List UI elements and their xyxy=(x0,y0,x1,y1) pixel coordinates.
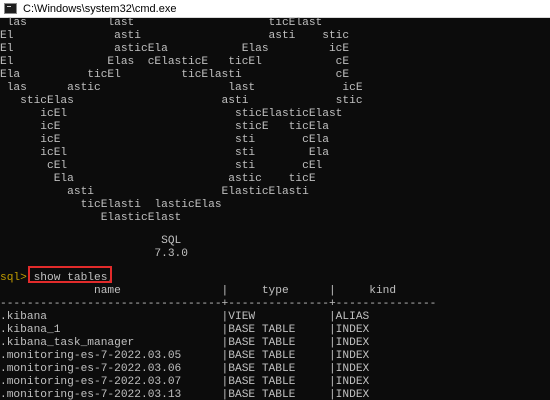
cmd-icon xyxy=(4,3,17,14)
banner-line: sticElas asti stic xyxy=(0,95,363,107)
banner-line: icE sti cEla xyxy=(0,134,329,146)
sql-prompt: sql> xyxy=(0,272,27,284)
table-header: name | type | kind xyxy=(0,285,397,297)
banner-line: icE sticE ticEla xyxy=(0,121,329,133)
table-separator: ---------------------------------+------… xyxy=(0,298,437,310)
banner-line: cEl sti cEl xyxy=(0,160,323,172)
table-row: .monitoring-es-7-2022.03.13 |BASE TABLE … xyxy=(0,389,370,400)
banner-line: icEl sticElasticElast xyxy=(0,108,343,120)
banner-line: las astic last icE xyxy=(0,82,363,94)
banner-line: asti ElasticElasti xyxy=(0,186,309,198)
banner-line: ticElasti lasticElas xyxy=(0,199,222,211)
console-output[interactable]: las last ticElast El asti asti stic El a… xyxy=(0,17,550,400)
banner-line: El asticEla Elas icE xyxy=(0,43,350,55)
banner-line: ElasticElast xyxy=(0,212,182,224)
table-row: .monitoring-es-7-2022.03.07 |BASE TABLE … xyxy=(0,376,370,388)
window-title: C:\Windows\system32\cmd.exe xyxy=(23,2,177,15)
banner-line: El asti asti stic xyxy=(0,30,350,42)
table-row: .kibana_1 |BASE TABLE |INDEX xyxy=(0,324,370,336)
table-row: .monitoring-es-7-2022.03.05 |BASE TABLE … xyxy=(0,350,370,362)
banner-line: El Elas cElasticE ticEl cE xyxy=(0,56,350,68)
table-row: .kibana_task_manager |BASE TABLE |INDEX xyxy=(0,337,370,349)
table-row: .kibana |VIEW |ALIAS xyxy=(0,311,370,323)
sql-label: SQL xyxy=(0,235,182,247)
banner-line: icEl sti Ela xyxy=(0,147,329,159)
command-highlight-box xyxy=(28,266,112,283)
version-label: 7.3.0 xyxy=(0,248,188,260)
banner-line: Ela astic ticE xyxy=(0,173,316,185)
banner-line: las last ticElast xyxy=(0,17,323,29)
table-row: .monitoring-es-7-2022.03.06 |BASE TABLE … xyxy=(0,363,370,375)
banner-line: Ela ticEl ticElasti cE xyxy=(0,69,350,81)
title-bar[interactable]: C:\Windows\system32\cmd.exe xyxy=(0,0,550,18)
